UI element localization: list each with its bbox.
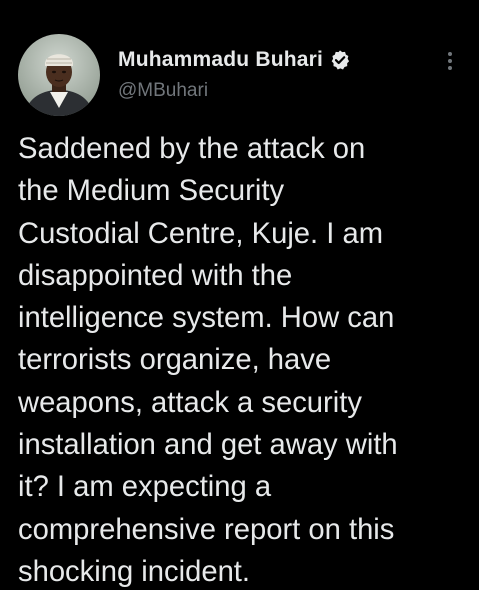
verified-badge-icon [329,49,351,71]
tweet-text-line: the Medium Security [18,175,285,208]
author-handle[interactable]: @MBuhari [118,80,208,102]
tweet-card: Muhammadu Buhari @MBuhari Saddened by th… [0,0,479,590]
tweet-text-line: weapons, attack a security [18,386,362,419]
tweet-text-line: comprehensive report on this [18,513,395,546]
tweet-text-line: intelligence system. How can [18,302,395,335]
profile-photo-icon [18,34,100,116]
tweet-text-line: Saddened by the attack on [18,133,366,165]
tweet-text-line: shocking incident. [18,555,251,588]
tweet-text-line: installation and get away with [18,429,398,462]
tweet-text: Saddened by the attack on the Medium Sec… [18,128,468,590]
tweet-text-line: disappointed with the [18,259,293,292]
tweet-text-line: it? I am expecting a [18,471,272,504]
tweet-text-line: terrorists organize, have [18,344,332,377]
avatar[interactable] [18,34,100,116]
author-name-row[interactable]: Muhammadu Buhari [118,45,351,75]
tweet-text-line: Custodial Centre, Kuje. I am [18,217,384,250]
author-display-name[interactable]: Muhammadu Buhari [118,48,323,72]
more-vertical-icon[interactable] [438,46,462,76]
